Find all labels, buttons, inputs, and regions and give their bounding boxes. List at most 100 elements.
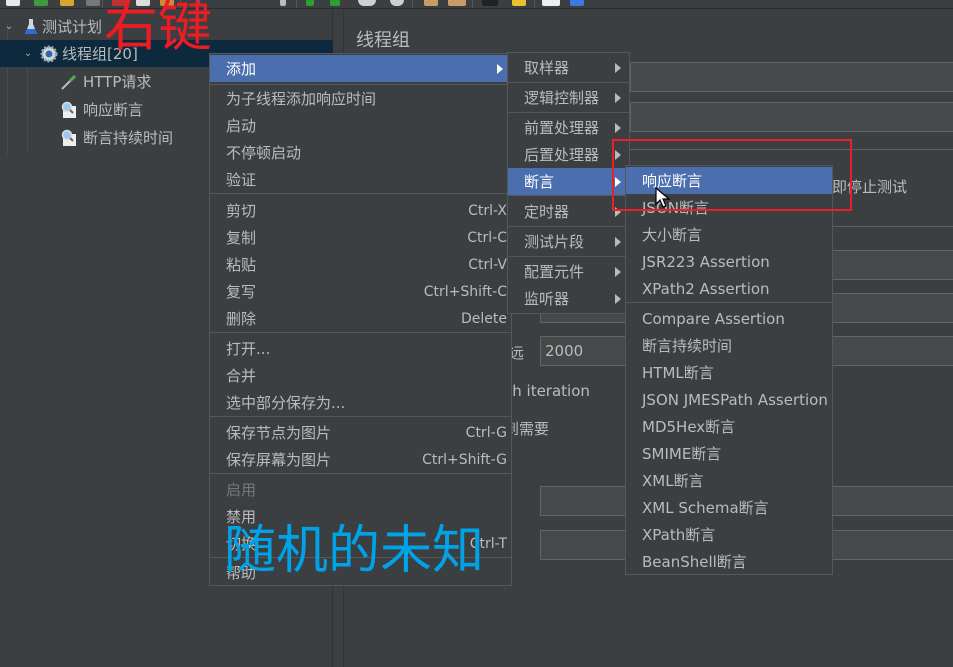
clear-all-icon[interactable] <box>448 0 466 6</box>
search-icon[interactable] <box>482 0 498 6</box>
menu-item-label: 逻辑控制器 <box>524 89 600 107</box>
start-icon[interactable] <box>306 0 314 6</box>
menu-shortcut: Ctrl+Shift-C <box>423 283 507 300</box>
menu-item-label: 保存节点为图片 <box>226 424 332 442</box>
save-icon[interactable] <box>86 0 100 6</box>
assertion-item-html-assertion[interactable]: HTML断言 <box>626 359 832 386</box>
assertion-item-json-jmespath-assertion[interactable]: JSON JMESPath Assertion <box>626 386 832 413</box>
menu-item-save-node-as-image[interactable]: 保存节点为图片 Ctrl-G <box>210 419 511 446</box>
assertion-item-md5hex-assertion[interactable]: MD5Hex断言 <box>626 413 832 440</box>
menu-item-label: 前置处理器 <box>524 119 600 137</box>
same-user-iteration-label[interactable]: ch iteration <box>504 382 590 400</box>
menu-item-label: 添加 <box>226 60 257 78</box>
submenu-arrow-icon <box>615 293 621 304</box>
menu-item-add-response-time[interactable]: 为子线程添加响应时间 <box>210 85 511 112</box>
http-sampler-pipette-icon <box>60 73 78 91</box>
menu-item-merge[interactable]: 合并 <box>210 362 511 389</box>
chevron-down-icon[interactable]: ⌄ <box>23 48 33 59</box>
menu-item-label: 定时器 <box>524 203 570 221</box>
assertion-item-duration-assertion[interactable]: 断言持续时间 <box>626 332 832 359</box>
assertion-item-xml-schema-assertion[interactable]: XML Schema断言 <box>626 494 832 521</box>
comments-field[interactable] <box>630 102 953 132</box>
menu-item-label: 不停顿启动 <box>226 144 302 162</box>
assertion-item-size-assertion[interactable]: 大小断言 <box>626 221 832 248</box>
templates-icon[interactable] <box>34 0 48 6</box>
submenu-item-config-element[interactable]: 配置元件 <box>508 258 629 285</box>
menu-item-label: JSON JMESPath Assertion <box>642 390 828 409</box>
menu-item-delete[interactable]: 删除 Delete <box>210 305 511 332</box>
menu-item-label: 启动 <box>226 117 257 135</box>
menu-item-label: 为子线程添加响应时间 <box>226 90 377 108</box>
menu-separator <box>210 332 511 333</box>
assertion-item-smime-assertion[interactable]: SMIME断言 <box>626 440 832 467</box>
menu-item-label: 后置处理器 <box>524 146 600 164</box>
menu-item-label: 断言持续时间 <box>642 337 733 355</box>
shutdown-icon[interactable] <box>390 0 404 6</box>
assertion-item-xpath-assertion[interactable]: XPath断言 <box>626 521 832 548</box>
menu-shortcut: Ctrl-G <box>465 424 507 441</box>
toolbar-separator <box>472 0 473 8</box>
submenu-item-logic-controller[interactable]: 逻辑控制器 <box>508 83 629 112</box>
chevron-down-icon[interactable]: ⌄ <box>4 21 14 32</box>
assertion-item-xpath2-assertion[interactable]: XPath2 Assertion <box>626 275 832 302</box>
menu-item-label: XPath2 Assertion <box>642 279 770 298</box>
menu-item-label: 启用 <box>226 481 257 499</box>
submenu-arrow-icon <box>615 236 621 247</box>
menu-item-validate[interactable]: 验证 <box>210 166 511 193</box>
assertion-item-compare-assertion[interactable]: Compare Assertion <box>626 305 832 332</box>
menu-item-start-no-pauses[interactable]: 不停顿启动 <box>210 139 511 166</box>
menu-item-duplicate[interactable]: 复写 Ctrl+Shift-C <box>210 278 511 305</box>
submenu-arrow-icon <box>497 63 503 74</box>
name-field[interactable] <box>630 62 953 92</box>
tree-item-label: HTTP请求 <box>83 73 152 91</box>
reset-search-icon[interactable] <box>512 0 526 6</box>
assertions-submenu: 响应断言 JSON断言 大小断言 JSR223 Assertion XPath2… <box>625 165 833 575</box>
toggle-icon[interactable] <box>280 0 286 6</box>
menu-item-label: SMIME断言 <box>642 445 722 463</box>
submenu-item-listener[interactable]: 监听器 <box>508 285 629 312</box>
menu-shortcut: Ctrl+Shift-G <box>422 451 507 468</box>
assertion-item-xml-assertion[interactable]: XML断言 <box>626 467 832 494</box>
menu-item-cut[interactable]: 剪切 Ctrl-X <box>210 197 511 224</box>
menu-item-save-screen-as-image[interactable]: 保存屏幕为图片 Ctrl+Shift-G <box>210 446 511 473</box>
menu-item-label: MD5Hex断言 <box>642 418 736 436</box>
open-icon[interactable] <box>60 0 74 6</box>
menu-item-label: 配置元件 <box>524 263 585 281</box>
menu-item-label: 删除 <box>226 310 257 328</box>
submenu-item-timer[interactable]: 定时器 <box>508 198 629 225</box>
menu-item-label: 测试片段 <box>524 233 585 251</box>
clear-icon[interactable] <box>424 0 438 6</box>
menu-item-label: 复制 <box>226 229 257 247</box>
menu-item-label: 监听器 <box>524 290 570 308</box>
function-helper-icon[interactable] <box>542 0 560 6</box>
menu-item-label: 保存屏幕为图片 <box>226 451 332 469</box>
submenu-item-pre-processor[interactable]: 前置处理器 <box>508 114 629 141</box>
menu-item-copy[interactable]: 复制 Ctrl-C <box>210 224 511 251</box>
assertion-item-jsr223-assertion[interactable]: JSR223 Assertion <box>626 248 832 275</box>
menu-item-label: XML断言 <box>642 472 704 490</box>
menu-item-open[interactable]: 打开... <box>210 335 511 362</box>
start-no-pause-icon[interactable] <box>330 0 340 6</box>
submenu-item-test-fragment[interactable]: 测试片段 <box>508 228 629 255</box>
toolbar-separator <box>296 0 297 8</box>
menu-item-label: 复写 <box>226 283 257 301</box>
submenu-arrow-icon <box>615 266 621 277</box>
new-icon[interactable] <box>6 0 20 6</box>
menu-item-save-selection-as[interactable]: 选中部分保存为... <box>210 389 511 416</box>
panel-title: 线程组 <box>356 30 410 51</box>
submenu-item-assertions[interactable]: 断言 <box>508 168 629 195</box>
menu-separator <box>508 112 629 113</box>
mouse-cursor-icon <box>655 187 671 208</box>
tree-item-label: 响应断言 <box>83 101 144 119</box>
menu-item-label: 剪切 <box>226 202 257 220</box>
menu-shortcut: Ctrl-X <box>468 202 507 219</box>
menu-item-label: HTML断言 <box>642 364 714 382</box>
submenu-item-sampler[interactable]: 取样器 <box>508 53 629 82</box>
help-icon[interactable] <box>570 0 584 6</box>
assertion-item-beanshell-assertion[interactable]: BeanShell断言 <box>626 548 832 575</box>
menu-item-start[interactable]: 启动 <box>210 112 511 139</box>
submenu-item-post-processor[interactable]: 后置处理器 <box>508 141 629 168</box>
menu-item-paste[interactable]: 粘贴 Ctrl-V <box>210 251 511 278</box>
stop-icon[interactable] <box>358 0 376 6</box>
menu-item-add[interactable]: 添加 <box>210 55 511 82</box>
